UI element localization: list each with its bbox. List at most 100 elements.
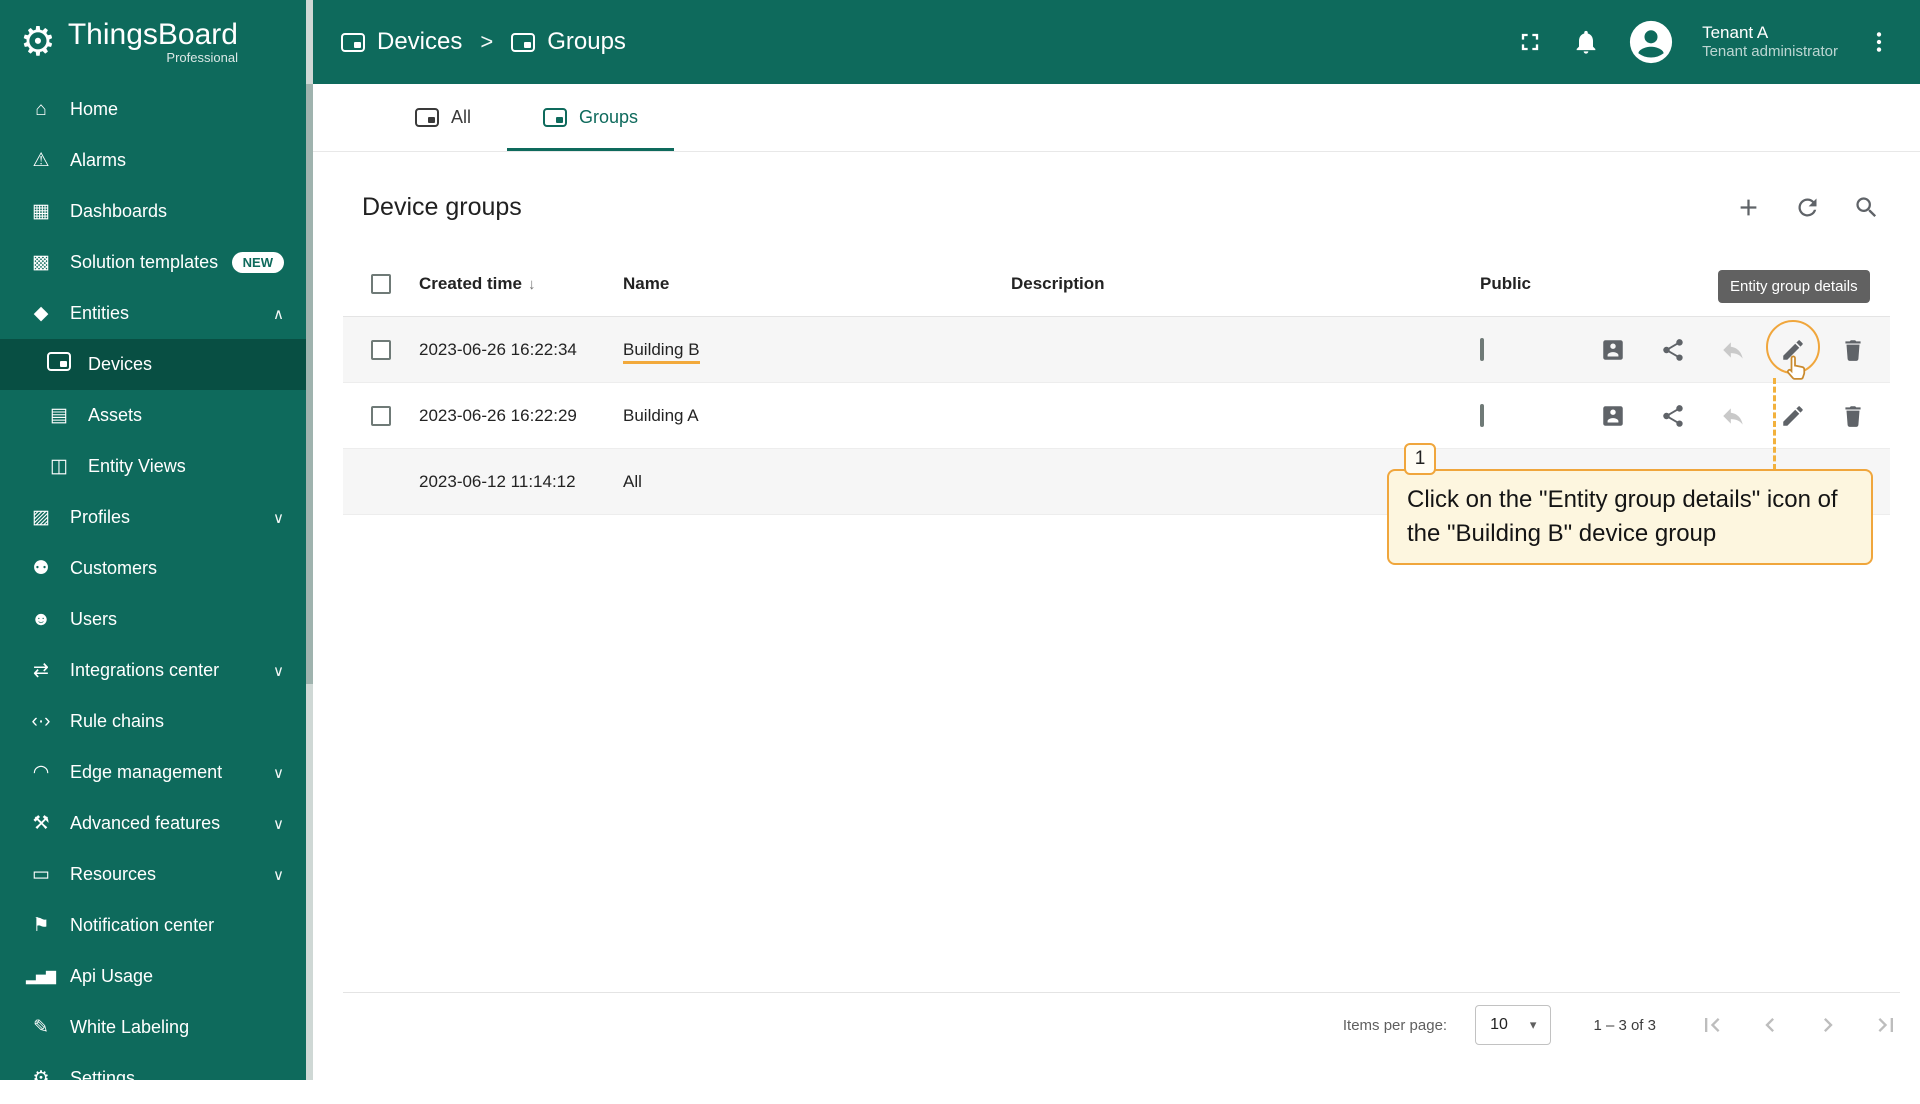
chevron-down-icon: ∨ [273,764,284,782]
annotation-step-badge: 1 [1404,443,1436,475]
sidebar-item-entities[interactable]: ◆ Entities ∧ [0,288,306,339]
entity-group-details-button[interactable] [1780,403,1806,429]
sidebar-item-rule-chains[interactable]: ‹·› Rule chains [0,696,306,747]
sidebar: ⚙ ThingsBoard Professional ⌂ Home ⚠ Alar… [0,0,313,1089]
sidebar-item-home[interactable]: ⌂ Home [0,84,306,135]
user-info: Tenant A Tenant administrator [1702,22,1838,62]
group-users-button[interactable] [1600,337,1626,363]
breadcrumb-separator: > [480,29,494,54]
entities-icon: ◆ [33,303,49,324]
column-created-time[interactable]: Created time ↓ [419,274,623,294]
sidebar-item-assets[interactable]: ▤ Assets [0,390,306,441]
add-entity-group-button[interactable] [1735,194,1762,221]
sidebar-item-customers[interactable]: ⚉ Customers [0,543,306,594]
search-button[interactable] [1853,194,1880,221]
group-name-cell: Building B [623,339,700,364]
sidebar-item-settings[interactable]: ⚙ Settings [0,1053,306,1104]
user-avatar[interactable] [1628,19,1674,65]
share-icon [1663,404,1683,427]
sidebar-item-advanced-features[interactable]: ⚒ Advanced features ∨ [0,798,306,849]
sidebar-item-solution-templates[interactable]: ▩ Solution templates NEW [0,237,306,288]
table-row-building-a[interactable]: 2023-06-26 16:22:29 Building A [343,383,1890,449]
row-checkbox[interactable] [371,339,391,360]
fullscreen-icon [1521,33,1539,51]
breadcrumb-devices[interactable]: Devices [341,28,462,56]
sidebar-item-label: Api Usage [70,966,154,986]
groups-icon [511,32,536,52]
sidebar-item-label: Solution templates [70,252,219,272]
select-all-checkbox[interactable] [371,274,391,294]
public-checkbox[interactable] [1480,403,1484,427]
sidebar-item-label: Advanced features [70,813,221,833]
delete-button[interactable] [1840,337,1866,363]
sidebar-nav: ⌂ Home ⚠ Alarms ▦ Dashboards ▩ Solution … [0,84,306,1104]
sidebar-item-dashboards[interactable]: ▦ Dashboards [0,186,306,237]
chevron-up-icon: ∧ [273,305,284,323]
refresh-button[interactable] [1794,194,1821,221]
items-per-page-select[interactable]: 10 ▾ [1475,1005,1552,1045]
undo-button [1720,403,1746,429]
tab-all[interactable]: All [379,84,507,151]
last-page-icon [1878,1018,1893,1032]
undo-button [1720,337,1746,363]
sidebar-item-notification-center[interactable]: ⚑ Notification center [0,900,306,951]
share-button[interactable] [1660,337,1686,363]
edge-management-icon: ◠ [32,762,50,783]
group-users-button[interactable] [1600,403,1626,429]
fullscreen-button[interactable] [1516,28,1544,56]
sort-desc-icon: ↓ [527,276,536,293]
user-name: Tenant A [1702,23,1769,42]
sidebar-item-api-usage[interactable]: ▂▅▇ Api Usage [0,951,306,1002]
sidebar-item-label: White Labeling [70,1017,190,1037]
sidebar-item-integrations-center[interactable]: ⇄ Integrations center ∨ [0,645,306,696]
public-checkbox[interactable] [1480,337,1484,361]
breadcrumb-label: Devices [377,28,463,55]
app-edition: Professional [166,50,238,66]
customers-icon: ⚉ [32,558,50,579]
sidebar-item-label: Integrations center [70,660,220,680]
trash-icon [1845,405,1861,427]
integrations-icon: ⇄ [33,660,49,681]
sidebar-item-devices[interactable]: Devices [0,339,306,390]
sidebar-item-alarms[interactable]: ⚠ Alarms [0,135,306,186]
select-caret-icon: ▾ [1529,1017,1537,1032]
assets-icon: ▤ [50,405,68,426]
api-usage-icon: ▂▅▇ [26,968,56,984]
sidebar-item-entity-views[interactable]: ◫ Entity Views [0,441,306,492]
delete-button[interactable] [1840,403,1866,429]
sidebar-item-edge-management[interactable]: ◠ Edge management ∨ [0,747,306,798]
notifications-button[interactable] [1572,28,1600,56]
tab-label: Groups [579,107,639,127]
sidebar-item-white-labeling[interactable]: ✎ White Labeling [0,1002,306,1053]
table-row-building-b[interactable]: 2023-06-26 16:22:34 Building B [343,317,1890,383]
top-bar: Devices > Groups Tenant A Tenant adminis… [313,0,1920,84]
sidebar-item-users[interactable]: ☻ Users [0,594,306,645]
share-button[interactable] [1660,403,1686,429]
contact-card-icon [1603,339,1623,360]
chevron-down-icon: ∨ [273,815,284,833]
sidebar-item-resources[interactable]: ▭ Resources ∨ [0,849,306,900]
app-logo[interactable]: ⚙ ThingsBoard Professional [0,0,313,84]
row-checkbox[interactable] [371,405,391,426]
sidebar-item-profiles[interactable]: ▨ Profiles ∨ [0,492,306,543]
kebab-menu-icon [1876,32,1882,52]
settings-icon: ⚙ [32,1068,50,1089]
table-header-row: Created time ↓ Name Description Public [343,252,1890,317]
column-public[interactable]: Public [1440,274,1590,294]
page-range-label: 1 – 3 of 3 [1593,1016,1656,1034]
breadcrumb-groups[interactable]: Groups [511,28,626,56]
column-description[interactable]: Description [1011,274,1440,294]
created-time-cell: 2023-06-12 11:14:12 [419,471,576,491]
sidebar-scrollbar-thumb[interactable] [306,84,313,684]
tab-groups[interactable]: Groups [507,84,675,151]
annotation-dashed-connector [1773,378,1776,470]
white-labeling-icon: ✎ [33,1017,49,1038]
sidebar-item-label: Rule chains [70,711,165,731]
sidebar-item-label: Alarms [70,150,127,170]
sidebar-item-label: Settings [70,1068,136,1088]
more-menu-button[interactable] [1866,29,1892,55]
column-name[interactable]: Name [623,274,1011,294]
sidebar-item-label: Edge management [70,762,223,782]
rule-chains-icon: ‹·› [31,710,51,732]
refresh-icon [1798,197,1817,216]
